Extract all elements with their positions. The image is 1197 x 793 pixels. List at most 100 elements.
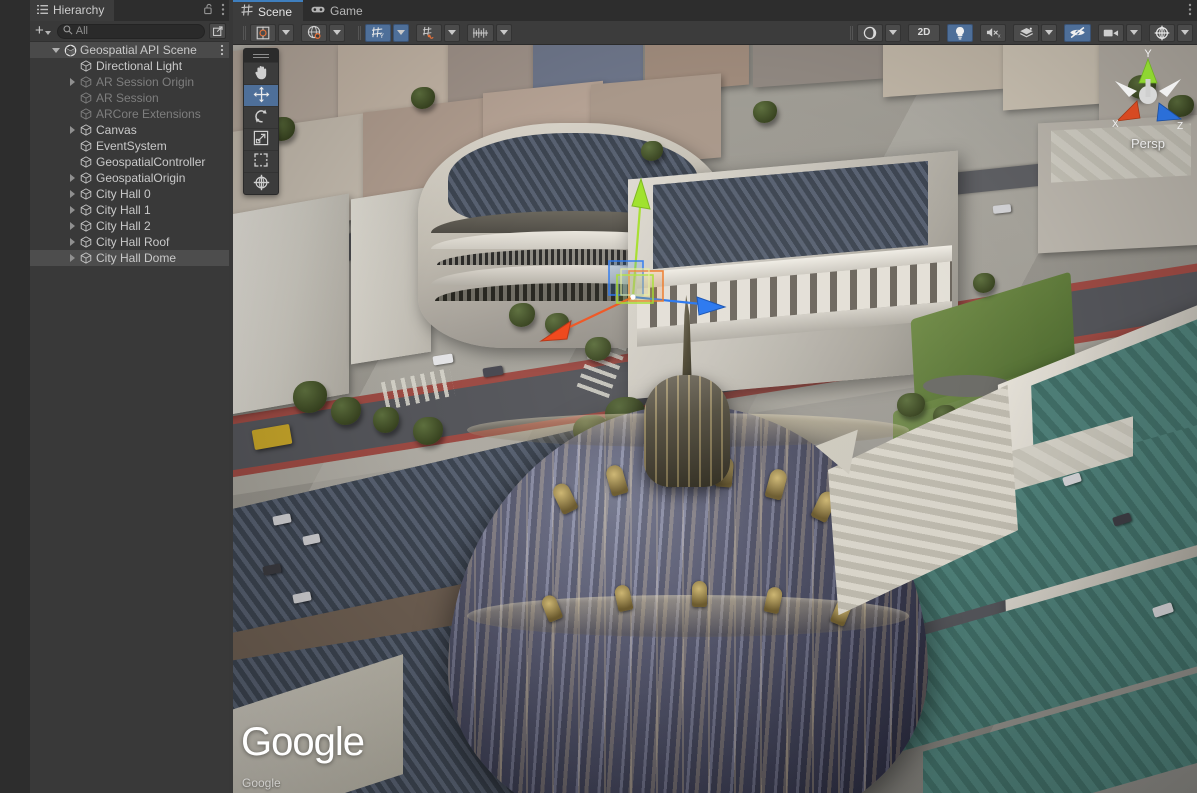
aerial-photogrammetry-view	[233, 45, 1197, 793]
2d-mode-toggle[interactable]: 2D	[908, 24, 940, 42]
camera-settings-dropdown[interactable]	[1126, 24, 1142, 42]
global-local-icon[interactable]	[301, 24, 327, 42]
camera-icon[interactable]	[1098, 24, 1124, 42]
padlock-open-icon[interactable]	[204, 3, 214, 18]
chevron-down-icon	[1181, 30, 1189, 35]
chevron-right-icon[interactable]	[66, 250, 78, 266]
scene-root-kebab-menu-icon[interactable]	[220, 42, 224, 58]
scene-panel-kebab-menu-icon[interactable]	[1188, 3, 1192, 19]
move-tool[interactable]	[244, 84, 278, 106]
chevron-right-icon[interactable]	[66, 202, 78, 218]
gizmos-dropdown[interactable]	[1177, 24, 1193, 42]
chevron-right-icon[interactable]	[66, 186, 78, 202]
grid-axis-dropdown[interactable]	[393, 24, 409, 42]
tab-game[interactable]: Game	[303, 0, 374, 21]
hierarchy-item-list: Directional LightAR Session OriginAR Ses…	[30, 58, 229, 266]
hierarchy-item-city-hall-2[interactable]: City Hall 2	[30, 218, 229, 234]
gameobject-cube-icon	[78, 92, 94, 104]
toolbar-divider	[243, 26, 244, 40]
hierarchy-scene-root-label: Geospatial API Scene	[80, 43, 197, 57]
tab-hierarchy[interactable]: Hierarchy	[30, 0, 114, 21]
chevron-down-icon[interactable]	[50, 42, 62, 58]
hierarchy-item-ar-session[interactable]: AR Session	[30, 90, 229, 106]
hierarchy-item-city-hall-1[interactable]: City Hall 1	[30, 202, 229, 218]
chevron-right-icon[interactable]	[66, 74, 78, 90]
grid-snap-dropdown[interactable]	[444, 24, 460, 42]
rect-tool[interactable]	[244, 150, 278, 172]
dome-lantern-drum	[644, 375, 730, 487]
ruler-increment-icon[interactable]	[467, 24, 494, 42]
scene-tool-palette	[243, 48, 279, 195]
hierarchy-item-city-hall-dome[interactable]: City Hall Dome	[30, 250, 229, 266]
chevron-right-icon[interactable]	[66, 122, 78, 138]
projection-mode-label[interactable]: Persp	[1107, 136, 1189, 151]
search-input[interactable]: All	[57, 24, 205, 39]
grid-snap-icon[interactable]	[416, 24, 442, 42]
popout-window-icon[interactable]	[209, 23, 226, 39]
hierarchy-item-label: City Hall Dome	[96, 251, 176, 265]
speaker-mute-icon[interactable]: x	[980, 24, 1006, 42]
scene-axis-gizmo[interactable]: Y X Z Persp	[1107, 49, 1189, 149]
lightbulb-icon[interactable]	[947, 24, 973, 42]
gameobject-cube-icon	[78, 108, 94, 120]
hierarchy-item-geospatialorigin[interactable]: GeospatialOrigin	[30, 170, 229, 186]
scale-tool[interactable]	[244, 128, 278, 150]
hierarchy-item-city-hall-0[interactable]: City Hall 0	[30, 186, 229, 202]
hierarchy-item-canvas[interactable]: Canvas	[30, 122, 229, 138]
rotate-tool[interactable]	[244, 106, 278, 128]
hierarchy-tree: Geospatial API Scene Directional LightAR…	[30, 42, 229, 266]
search-placeholder: All	[76, 24, 88, 39]
left-edge-strip	[0, 0, 30, 793]
chevron-right-icon[interactable]	[66, 234, 78, 250]
tool-palette-drag-handle[interactable]	[244, 49, 278, 62]
effects-dropdown[interactable]	[1041, 24, 1057, 42]
hierarchy-item-label: GeospatialController	[96, 155, 205, 169]
chevron-right-icon[interactable]	[66, 170, 78, 186]
draw-mode-dropdown[interactable]	[885, 24, 901, 42]
chevron-down-icon	[448, 30, 456, 35]
fx-effects-icon[interactable]	[1013, 24, 1039, 42]
handle-space-dropdown[interactable]	[329, 24, 345, 42]
scale-corner-icon	[253, 130, 269, 149]
gameobject-cube-icon	[78, 76, 94, 88]
kebab-menu-icon[interactable]	[221, 3, 225, 19]
hierarchy-item-label: City Hall 1	[96, 203, 151, 217]
google-watermark: Google	[241, 720, 364, 765]
hierarchy-tabbar: Hierarchy	[30, 0, 229, 21]
move-gizmo[interactable]	[533, 175, 733, 375]
pivot-center-icon[interactable]	[250, 24, 276, 42]
gameobject-cube-icon	[78, 252, 94, 264]
snap-increment-group	[467, 24, 519, 42]
grid-snap-group	[416, 24, 467, 42]
pivot-mode-dropdown[interactable]	[278, 24, 294, 42]
scene-grid-icon	[241, 4, 253, 19]
chevron-down-icon	[1130, 30, 1138, 35]
tab-scene-label: Scene	[258, 5, 292, 19]
hierarchy-item-ar-session-origin[interactable]: AR Session Origin	[30, 74, 229, 90]
shaded-sphere-icon[interactable]	[857, 24, 883, 42]
chevron-right-icon[interactable]	[66, 218, 78, 234]
hierarchy-item-eventsystem[interactable]: EventSystem	[30, 138, 229, 154]
building-block	[883, 45, 1003, 97]
grid-axis-group: Y	[365, 24, 416, 42]
hierarchy-scene-root[interactable]: Geospatial API Scene	[30, 42, 229, 58]
scene-tabbar: Scene Game	[233, 0, 1197, 21]
add-gameobject-button[interactable]: +	[33, 23, 53, 39]
hierarchy-item-arcore-extensions[interactable]: ARCore Extensions	[30, 106, 229, 122]
view-tool[interactable]	[244, 62, 278, 84]
svg-text:Y: Y	[379, 33, 384, 40]
transform-tool[interactable]	[244, 172, 278, 194]
gizmos-globe-icon[interactable]	[1149, 24, 1175, 42]
scene-viewport[interactable]: Y X Z Persp Google Google	[233, 45, 1197, 793]
tab-scene[interactable]: Scene	[233, 0, 303, 21]
hierarchy-item-geospatialcontroller[interactable]: GeospatialController	[30, 154, 229, 170]
snap-increment-dropdown[interactable]	[496, 24, 512, 42]
hierarchy-item-label: City Hall 2	[96, 219, 151, 233]
search-icon	[63, 24, 73, 38]
gameobject-cube-icon	[78, 236, 94, 248]
hierarchy-item-city-hall-roof[interactable]: City Hall Roof	[30, 234, 229, 250]
eye-slash-icon[interactable]	[1064, 24, 1091, 42]
scene-toolbar: Y	[233, 21, 1197, 45]
hierarchy-item-directional-light[interactable]: Directional Light	[30, 58, 229, 74]
grid-y-axis-icon[interactable]: Y	[365, 24, 391, 42]
